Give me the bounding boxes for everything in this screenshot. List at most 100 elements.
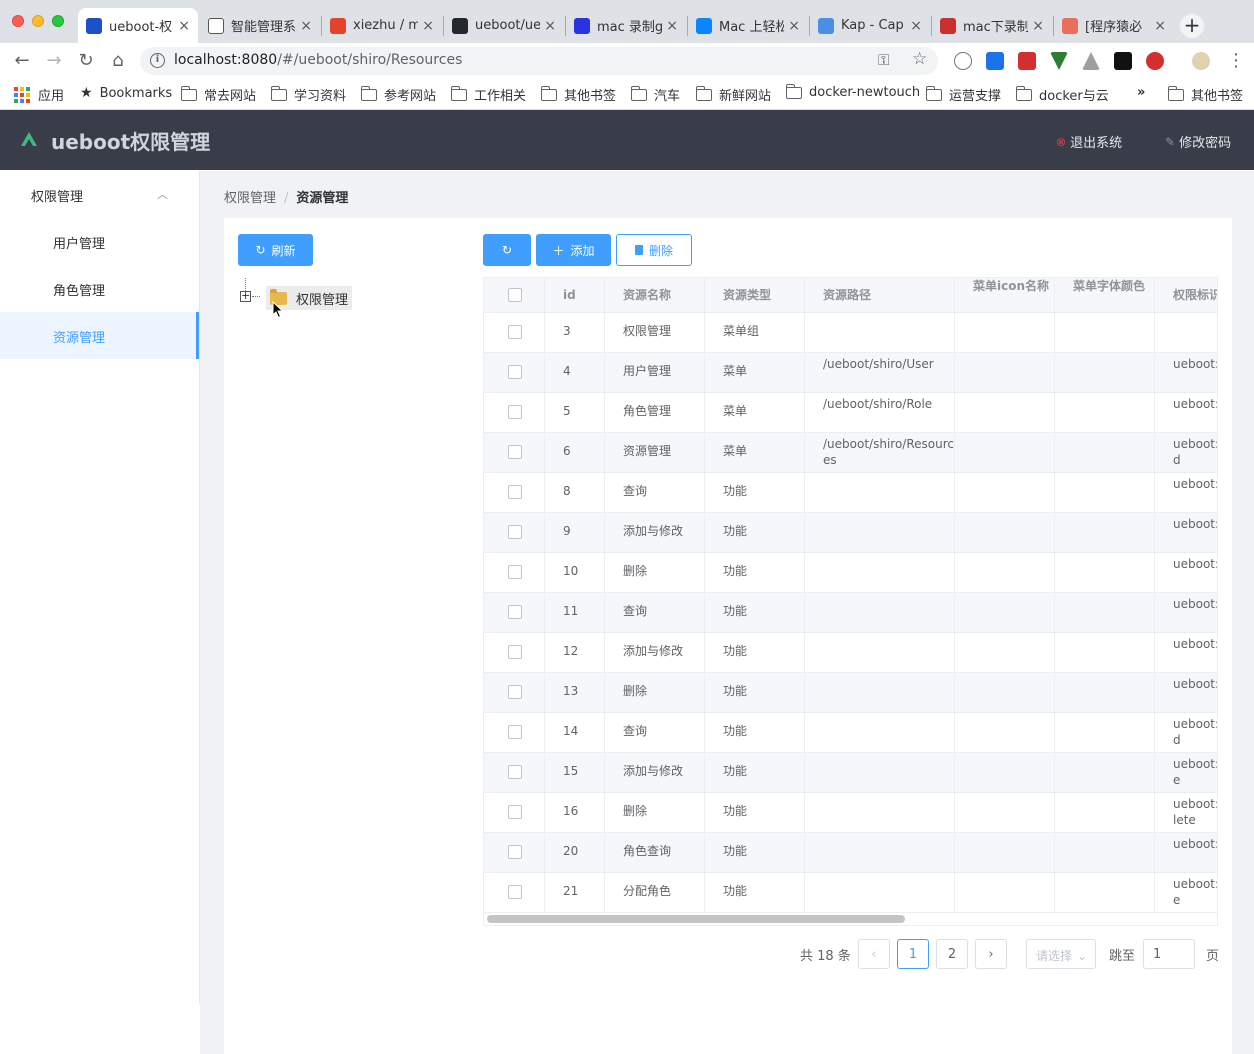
table-refresh-button[interactable]: ↻: [483, 234, 531, 266]
close-tab-icon[interactable]: ×: [544, 18, 556, 34]
row-checkbox[interactable]: [508, 565, 522, 579]
browser-tab[interactable]: [程序猿必 ×: [1054, 8, 1174, 43]
page-button[interactable]: 1: [897, 939, 929, 969]
close-tab-icon[interactable]: ×: [1032, 18, 1044, 34]
key-icon[interactable]: ⚿: [878, 51, 889, 69]
row-checkbox[interactable]: [508, 725, 522, 739]
sidebar-item-roles[interactable]: 角色管理: [0, 265, 199, 312]
bookmark-folder[interactable]: 参考网站: [360, 85, 436, 104]
table-row[interactable]: 10删除功能 ueboot:r: [484, 553, 1217, 593]
table-row[interactable]: 9添加与修改功能 ueboot:r: [484, 513, 1217, 553]
bookmark-bookmarks[interactable]: ★ Bookmarks: [80, 85, 172, 101]
extension-w-icon[interactable]: [986, 52, 1004, 70]
bookmark-star-icon[interactable]: ☆: [912, 49, 927, 69]
row-checkbox[interactable]: [508, 805, 522, 819]
column-header[interactable]: 权限标识: [1155, 278, 1217, 312]
row-checkbox[interactable]: [508, 485, 522, 499]
extension-dots-icon[interactable]: [1018, 52, 1036, 70]
close-window-button[interactable]: [12, 15, 24, 27]
browser-tab[interactable]: ueboot/ue ×: [444, 8, 564, 43]
extension-v-icon[interactable]: [1050, 52, 1068, 70]
add-button[interactable]: ＋添加: [536, 234, 611, 266]
browser-tab[interactable]: ueboot-权 ×: [78, 8, 198, 43]
row-checkbox[interactable]: [508, 685, 522, 699]
table-row[interactable]: 15添加与修改功能 ueboot:r ave: [484, 753, 1217, 793]
new-tab-button[interactable]: +: [1180, 14, 1204, 38]
breadcrumb-parent[interactable]: 权限管理: [224, 191, 276, 206]
site-info-icon[interactable]: i: [150, 53, 165, 68]
bookmark-folder[interactable]: docker-newtouch: [785, 83, 920, 100]
jump-page-input[interactable]: 1: [1143, 939, 1195, 969]
bookmark-folder[interactable]: 学习资料: [270, 85, 346, 104]
change-password-button[interactable]: ✎ 修改密码: [1165, 132, 1231, 152]
extension-record-icon[interactable]: [1146, 52, 1164, 70]
extension-bird-icon[interactable]: [1082, 52, 1100, 70]
menu-icon[interactable]: ⋮: [1224, 49, 1248, 73]
zoom-window-button[interactable]: [52, 15, 64, 27]
table-row[interactable]: 20角色查询功能 ueboot:r: [484, 833, 1217, 873]
back-icon[interactable]: ←: [10, 49, 34, 73]
close-tab-icon[interactable]: ×: [422, 18, 434, 34]
table-row[interactable]: 4用户管理菜单/ueboot/shiro/User ueboot:r: [484, 353, 1217, 393]
close-tab-icon[interactable]: ×: [788, 18, 800, 34]
table-row[interactable]: 12添加与修改功能 ueboot:r: [484, 633, 1217, 673]
tree-refresh-button[interactable]: ↻ 刷新: [238, 234, 313, 266]
row-checkbox[interactable]: [508, 365, 522, 379]
row-checkbox[interactable]: [508, 525, 522, 539]
bookmark-folder[interactable]: 运营支撑: [925, 85, 1001, 104]
row-checkbox[interactable]: [508, 445, 522, 459]
table-row[interactable]: 11查询功能 ueboot:r: [484, 593, 1217, 633]
table-row[interactable]: 3 权限管理 菜单组: [484, 313, 1217, 353]
sidebar-item-resources[interactable]: 资源管理: [0, 312, 199, 359]
column-header[interactable]: 菜单字体颜色: [1055, 278, 1155, 312]
profile-avatar[interactable]: [1192, 52, 1210, 70]
table-row[interactable]: 16删除功能 ueboot:r delete: [484, 793, 1217, 833]
column-header[interactable]: id: [545, 278, 605, 312]
page-button[interactable]: 2: [936, 939, 968, 969]
forward-icon[interactable]: →: [42, 49, 66, 73]
browser-tab[interactable]: mac下录制 ×: [932, 8, 1052, 43]
table-row[interactable]: 21分配角色功能 ueboot:r ave: [484, 873, 1217, 913]
close-tab-icon[interactable]: ×: [1154, 18, 1166, 34]
more-bookmarks-button[interactable]: »: [1137, 85, 1145, 100]
column-header[interactable]: 资源类型: [705, 278, 805, 312]
sidebar-group-permission[interactable]: 权限管理 ︿: [0, 171, 199, 218]
row-checkbox[interactable]: [508, 885, 522, 899]
browser-tab[interactable]: mac 录制g ×: [566, 8, 686, 43]
tree-expand-icon[interactable]: +: [240, 290, 251, 302]
row-checkbox[interactable]: [508, 845, 522, 859]
row-checkbox[interactable]: [508, 605, 522, 619]
other-bookmarks[interactable]: 其他书签: [1167, 85, 1243, 104]
close-tab-icon[interactable]: ×: [666, 18, 678, 34]
close-tab-icon[interactable]: ×: [178, 18, 190, 34]
row-checkbox[interactable]: [508, 325, 522, 339]
column-header[interactable]: 菜单icon名称: [955, 278, 1055, 312]
delete-button[interactable]: 删除: [616, 234, 692, 266]
extension-shield-icon[interactable]: [954, 52, 972, 70]
bookmark-folder[interactable]: 常去网站: [180, 85, 256, 104]
table-row[interactable]: 5角色管理菜单/ueboot/shiro/Role ueboot:r: [484, 393, 1217, 433]
table-row[interactable]: 8查询功能 ueboot:r: [484, 473, 1217, 513]
prev-page-button[interactable]: ‹: [858, 939, 890, 969]
page-size-select[interactable]: 请选择 ⌄: [1026, 939, 1096, 969]
extension-jb-icon[interactable]: [1114, 52, 1132, 70]
logout-button[interactable]: ⊗ 退出系统: [1056, 132, 1122, 152]
browser-tab[interactable]: Kap - Cap ×: [810, 8, 930, 43]
bookmark-folder[interactable]: docker与云: [1015, 85, 1109, 104]
minimize-window-button[interactable]: [32, 15, 44, 27]
bookmark-folder[interactable]: 工作相关: [450, 85, 526, 104]
bookmark-apps[interactable]: 应用: [14, 85, 64, 104]
column-header[interactable]: 资源名称: [605, 278, 705, 312]
close-tab-icon[interactable]: ×: [300, 18, 312, 34]
close-tab-icon[interactable]: ×: [910, 18, 922, 34]
row-checkbox[interactable]: [508, 765, 522, 779]
table-row[interactable]: 13删除功能 ueboot:r: [484, 673, 1217, 713]
column-header[interactable]: 资源路径: [805, 278, 955, 312]
row-checkbox[interactable]: [508, 405, 522, 419]
sidebar-item-users[interactable]: 用户管理: [0, 218, 199, 265]
browser-tab[interactable]: xiezhu / m ×: [322, 8, 442, 43]
table-row[interactable]: 14查询功能 ueboot:r ead: [484, 713, 1217, 753]
address-bar[interactable]: i localhost:8080/#/ueboot/shiro/Resource…: [140, 47, 938, 75]
bookmark-folder[interactable]: 其他书签: [540, 85, 616, 104]
browser-tab[interactable]: 智能管理系 ×: [200, 8, 320, 43]
